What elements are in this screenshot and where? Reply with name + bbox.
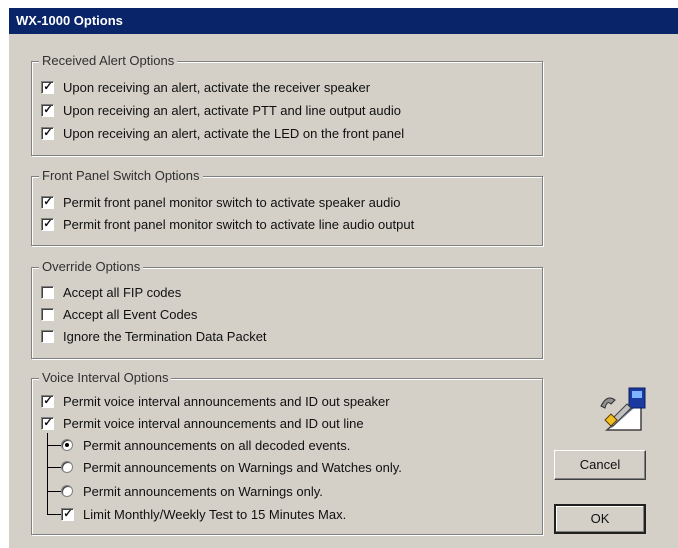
checkbox-label: Upon receiving an alert, activate the re… xyxy=(63,80,371,95)
checkbox-label: Permit front panel monitor switch to act… xyxy=(63,195,401,210)
checkbox-box[interactable]: ✓ xyxy=(41,218,54,231)
title-bar[interactable]: WX-1000 Options xyxy=(9,8,678,34)
front-panel-group: Front Panel Switch Options xyxy=(31,168,543,246)
front-panel-legend: Front Panel Switch Options xyxy=(39,168,203,183)
radio-label: Permit announcements on Warnings only. xyxy=(83,484,323,499)
checkbox-label: Upon receiving an alert, activate PTT an… xyxy=(63,103,401,118)
checkbox-box[interactable] xyxy=(41,308,54,321)
checkbox-label: Permit voice interval announcements and … xyxy=(63,416,364,431)
checkbox-label: Accept all Event Codes xyxy=(63,307,198,322)
window-title: WX-1000 Options xyxy=(16,13,123,28)
tree-connector-line xyxy=(47,467,61,468)
checkbox-box[interactable]: ✓ xyxy=(41,417,54,430)
checkbox-box[interactable]: ✓ xyxy=(61,508,74,521)
checkbox-box[interactable] xyxy=(41,286,54,299)
check-mark-icon: ✓ xyxy=(43,218,53,230)
checkbox-box[interactable]: ✓ xyxy=(41,127,54,140)
check-mark-icon: ✓ xyxy=(43,196,53,208)
checkbox-box[interactable]: ✓ xyxy=(41,196,54,209)
checkbox-label: Permit voice interval announcements and … xyxy=(63,394,390,409)
radio-label: Permit announcements on Warnings and Wat… xyxy=(83,460,402,475)
check-mark-icon: ✓ xyxy=(43,104,53,116)
tree-connector-line xyxy=(47,491,61,492)
checkbox-box[interactable]: ✓ xyxy=(41,81,54,94)
voice-interval-legend: Voice Interval Options xyxy=(39,370,172,385)
check-mark-icon: ✓ xyxy=(43,81,53,93)
checkbox-label: Ignore the Termination Data Packet xyxy=(63,329,267,344)
cancel-button[interactable]: Cancel xyxy=(554,450,646,480)
checkbox-label: Permit front panel monitor switch to act… xyxy=(63,217,415,232)
received-alert-legend: Received Alert Options xyxy=(39,53,178,68)
checkbox-box[interactable] xyxy=(41,330,54,343)
settings-wrench-icon xyxy=(600,387,646,431)
checkbox-label: Accept all FIP codes xyxy=(63,285,182,300)
radio-circle[interactable] xyxy=(61,439,73,451)
check-mark-icon: ✓ xyxy=(43,127,53,139)
check-mark-icon: ✓ xyxy=(63,508,73,520)
radio-dot-icon xyxy=(65,443,69,447)
tree-connector-line xyxy=(47,514,61,515)
radio-circle[interactable] xyxy=(61,461,73,473)
checkbox-box[interactable]: ✓ xyxy=(41,395,54,408)
checkbox-label: Upon receiving an alert, activate the LE… xyxy=(63,126,405,141)
tree-connector-line xyxy=(47,445,61,446)
radio-label: Permit announcements on all decoded even… xyxy=(83,438,351,453)
checkbox-box[interactable]: ✓ xyxy=(41,104,54,117)
radio-circle[interactable] xyxy=(61,485,73,497)
check-mark-icon: ✓ xyxy=(43,395,53,407)
ok-button[interactable]: OK xyxy=(554,504,646,534)
override-legend: Override Options xyxy=(39,259,144,274)
check-mark-icon: ✓ xyxy=(43,417,53,429)
options-dialog: WX-1000 Options Received Alert Options ✓… xyxy=(8,7,678,548)
checkbox-label: Limit Monthly/Weekly Test to 15 Minutes … xyxy=(83,507,347,522)
